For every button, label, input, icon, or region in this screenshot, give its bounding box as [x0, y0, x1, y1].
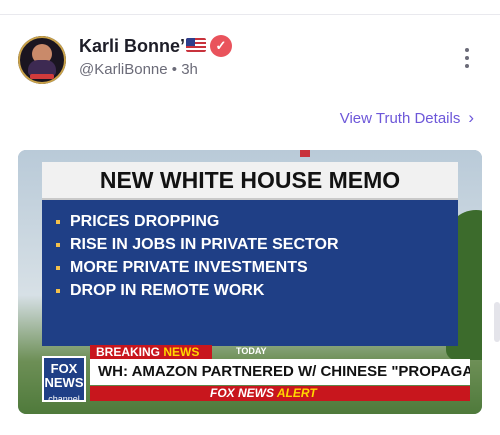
view-details-link[interactable]: View Truth Details ›	[340, 108, 474, 128]
memo-list: PRICES DROPPING RISE IN JOBS IN PRIVATE …	[42, 200, 458, 302]
memo-item: MORE PRIVATE INVESTMENTS	[56, 256, 458, 279]
memo-item: DROP IN REMOTE WORK	[56, 279, 458, 302]
bullet-icon	[56, 219, 60, 224]
memo-item: PRICES DROPPING	[56, 210, 458, 233]
breaking-word: BREAKING	[96, 345, 164, 359]
memo-title: NEW WHITE HOUSE MEMO	[42, 162, 458, 201]
separator: •	[171, 61, 178, 78]
memo-item-text: PRICES DROPPING	[70, 213, 220, 230]
bullet-icon	[56, 242, 60, 247]
news-word: NEWS	[163, 345, 200, 359]
today-label: TODAY	[236, 346, 267, 356]
memo-item-text: RISE IN JOBS IN PRIVATE SECTOR	[70, 236, 339, 253]
logo-line-2: NEWS	[44, 375, 84, 390]
top-divider	[0, 14, 500, 15]
verified-badge-icon: ✓	[210, 35, 232, 57]
more-options-icon[interactable]	[460, 48, 474, 74]
avatar-ring	[18, 36, 66, 84]
flag-on-building	[300, 150, 310, 157]
breaking-news-bar: BREAKING NEWS	[90, 345, 212, 359]
memo-item: RISE IN JOBS IN PRIVATE SECTOR	[56, 233, 458, 256]
alert-prefix: FOX NEWS	[210, 386, 277, 400]
dot	[465, 56, 469, 60]
avatar[interactable]	[18, 36, 66, 84]
memo-item-text: DROP IN REMOTE WORK	[70, 282, 265, 299]
dot	[465, 64, 469, 68]
us-flag-icon	[186, 38, 206, 52]
author-handle[interactable]: @KarliBonne	[79, 61, 168, 78]
view-details-label: View Truth Details	[339, 110, 461, 127]
logo-line-3: channel	[48, 394, 80, 404]
bullet-icon	[56, 265, 60, 270]
dot	[465, 48, 469, 52]
news-headline: WH: AMAZON PARTNERED W/ CHINESE "PROPAGA…	[90, 359, 470, 385]
fox-news-logo: FOX NEWS channel	[42, 356, 86, 404]
chevron-right-icon: ›	[468, 108, 474, 127]
bullet-icon	[56, 288, 60, 293]
memo-box: PRICES DROPPING RISE IN JOBS IN PRIVATE …	[42, 200, 458, 346]
post-time[interactable]: 3h	[181, 61, 198, 78]
scrollbar-thumb[interactable]	[494, 302, 500, 342]
news-alert-bar: FOX NEWS ALERT	[90, 386, 470, 401]
author-name[interactable]: Karli Bonne’	[79, 36, 185, 57]
logo-line-1: FOX	[50, 361, 78, 376]
author-handle-line: @KarliBonne • 3h	[79, 61, 198, 78]
post-image[interactable]: NEW WHITE HOUSE MEMO PRICES DROPPING RIS…	[18, 150, 482, 414]
alert-word: ALERT	[276, 386, 317, 400]
flag-canton	[186, 38, 195, 46]
memo-item-text: MORE PRIVATE INVESTMENTS	[70, 259, 308, 276]
